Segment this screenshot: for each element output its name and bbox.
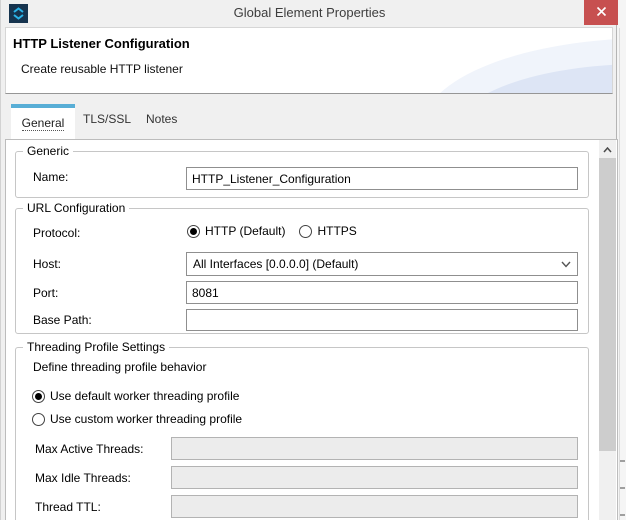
background-dash xyxy=(620,460,625,462)
host-label: Host: xyxy=(33,257,61,271)
protocol-https-radio[interactable] xyxy=(299,225,312,238)
close-icon xyxy=(596,6,607,20)
max-idle-threads-label: Max Idle Threads: xyxy=(35,471,131,485)
custom-worker-profile-label[interactable]: Use custom worker threading profile xyxy=(50,412,242,426)
name-label: Name: xyxy=(33,170,68,184)
default-worker-profile-radio-item[interactable]: Use default worker threading profile xyxy=(32,389,239,403)
title-bar[interactable]: Global Element Properties xyxy=(1,0,618,26)
thread-ttl-input xyxy=(171,495,578,518)
custom-worker-profile-radio-item[interactable]: Use custom worker threading profile xyxy=(32,412,242,426)
global-element-properties-dialog: Global Element Properties HTTP Listener … xyxy=(0,0,617,520)
protocol-http-radio-item[interactable]: HTTP (Default) xyxy=(187,224,285,238)
background-strip xyxy=(618,0,626,520)
page-title: HTTP Listener Configuration xyxy=(13,36,190,51)
background-edge-line xyxy=(619,28,620,520)
chevron-up-icon xyxy=(603,142,612,156)
group-url-legend: URL Configuration xyxy=(23,201,129,215)
protocol-radio-group: HTTP (Default) HTTPS xyxy=(187,224,357,238)
default-worker-profile-radio[interactable] xyxy=(32,390,45,403)
scroll-up-button[interactable] xyxy=(599,140,616,157)
close-button[interactable] xyxy=(584,0,618,25)
max-idle-threads-input xyxy=(171,466,578,489)
protocol-https-label[interactable]: HTTPS xyxy=(317,224,356,238)
base-path-input[interactable] xyxy=(186,309,578,331)
group-generic: Generic Name: xyxy=(15,151,589,198)
tab-notes[interactable]: Notes xyxy=(146,112,177,126)
port-label: Port: xyxy=(33,286,58,300)
group-url-configuration: URL Configuration Protocol: HTTP (Defaul… xyxy=(15,208,589,334)
tab-tls-ssl-label: TLS/SSL xyxy=(83,112,131,126)
default-profile-radio-row: Use default worker threading profile xyxy=(32,389,239,403)
vertical-scrollbar[interactable] xyxy=(599,140,616,520)
group-threading-profile: Threading Profile Settings Define thread… xyxy=(15,347,589,520)
chevron-down-icon xyxy=(561,257,571,271)
scrollbar-thumb[interactable] xyxy=(599,158,616,451)
group-threading-legend: Threading Profile Settings xyxy=(23,340,169,354)
host-selected-value: All Interfaces [0.0.0.0] (Default) xyxy=(193,257,561,271)
protocol-http-label[interactable]: HTTP (Default) xyxy=(205,224,285,238)
custom-profile-radio-row: Use custom worker threading profile xyxy=(32,412,242,426)
tab-general-label: General xyxy=(22,116,65,131)
tab-tls-ssl[interactable]: TLS/SSL xyxy=(83,112,131,126)
window-title: Global Element Properties xyxy=(1,0,618,26)
port-input[interactable] xyxy=(186,281,578,304)
page-subtitle: Create reusable HTTP listener xyxy=(21,62,183,76)
background-dash xyxy=(620,514,625,516)
tab-general[interactable]: General xyxy=(11,104,75,139)
tab-notes-label: Notes xyxy=(146,112,177,126)
threading-description: Define threading profile behavior xyxy=(33,360,206,374)
max-active-threads-label: Max Active Threads: xyxy=(35,442,144,456)
banner: HTTP Listener Configuration Create reusa… xyxy=(5,27,613,94)
group-generic-legend: Generic xyxy=(23,144,73,158)
default-worker-profile-label[interactable]: Use default worker threading profile xyxy=(50,389,239,403)
protocol-https-radio-item[interactable]: HTTPS xyxy=(299,224,356,238)
protocol-http-radio[interactable] xyxy=(187,225,200,238)
thread-ttl-label: Thread TTL: xyxy=(35,500,101,514)
protocol-label: Protocol: xyxy=(33,226,80,240)
name-input[interactable] xyxy=(186,167,578,190)
general-tab-panel: Generic Name: URL Configuration Protocol… xyxy=(5,139,618,520)
custom-worker-profile-radio[interactable] xyxy=(32,413,45,426)
background-dash xyxy=(620,487,625,489)
base-path-label: Base Path: xyxy=(33,313,92,327)
max-active-threads-input xyxy=(171,437,578,460)
host-select[interactable]: All Interfaces [0.0.0.0] (Default) xyxy=(186,252,578,276)
